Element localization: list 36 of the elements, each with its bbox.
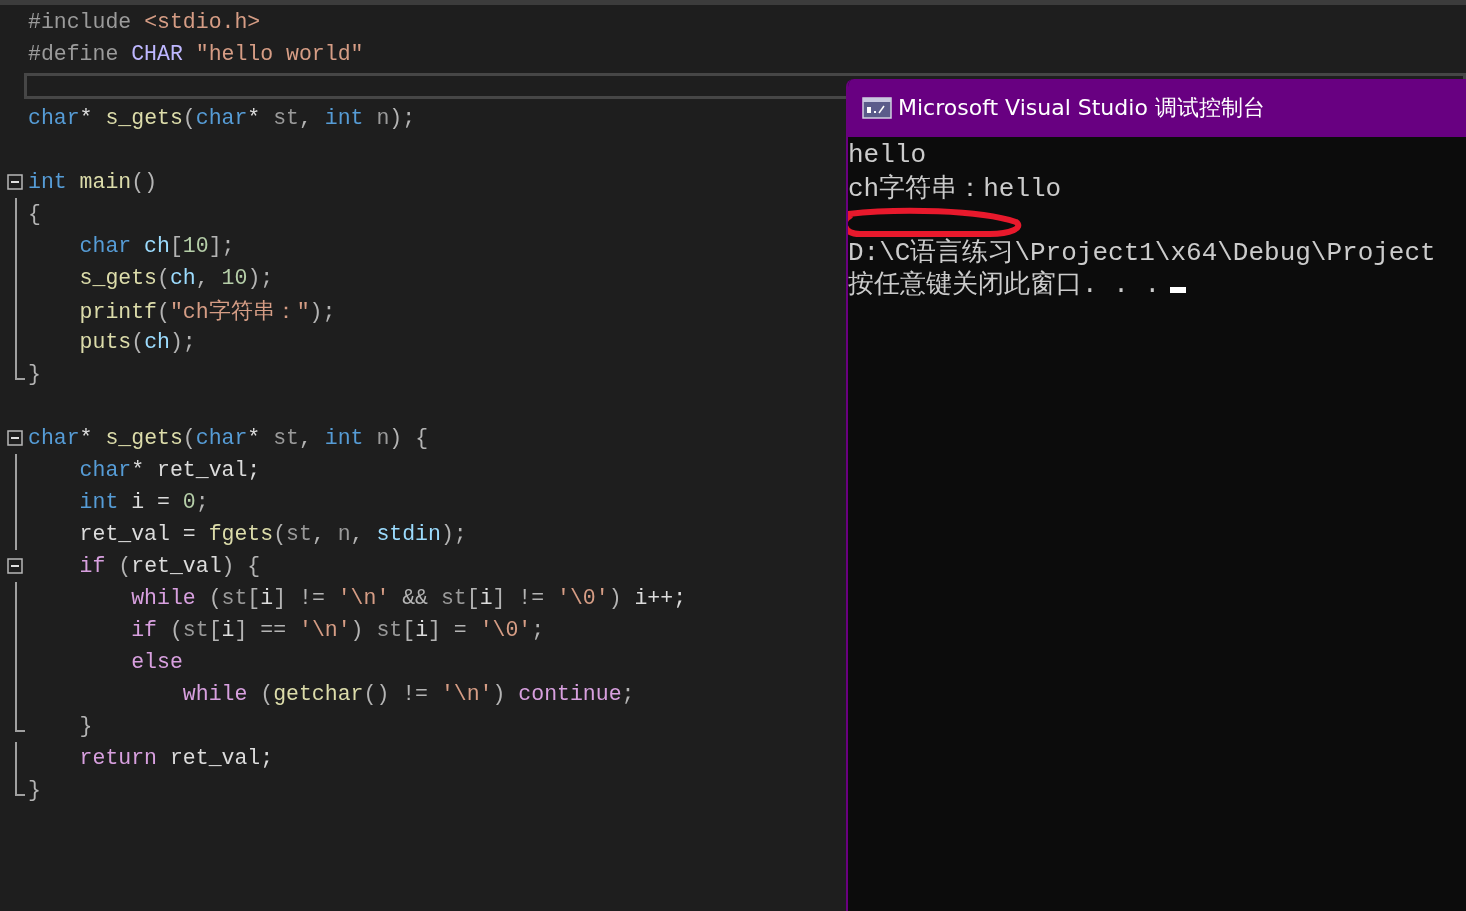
code-line: ret_val = fgets(st, n, stdin);	[78, 522, 467, 546]
code-line: puts(ch);	[78, 330, 196, 354]
text-cursor	[1170, 287, 1186, 293]
code-line: if (st[i] == '\n') st[i] = '\0';	[130, 618, 545, 642]
fold-toggle-icon[interactable]	[7, 430, 23, 446]
fold-end-marker	[15, 774, 25, 796]
code-line: #include <stdio.h>	[28, 10, 261, 34]
code-line: s_gets(ch, 10);	[78, 266, 274, 290]
fold-region-line	[15, 742, 17, 774]
code-line: char* s_gets(char* st, int n) {	[28, 426, 429, 450]
code-line: char ch[10];	[78, 234, 235, 258]
console-output-line: D:\C语言练习\Project1\x64\Debug\Project	[848, 236, 1436, 269]
code-line: #define CHAR "hello world"	[28, 42, 364, 66]
code-line: return ret_val;	[78, 746, 274, 770]
code-line: }	[78, 714, 93, 738]
code-line: printf("ch字符串：");	[78, 298, 336, 325]
code-line: char* ret_val;	[78, 458, 261, 482]
fold-toggle-icon[interactable]	[7, 558, 23, 574]
code-line: {	[28, 202, 41, 226]
code-line: }	[28, 778, 41, 802]
code-line: if (ret_val) {	[78, 554, 261, 578]
window-title: Microsoft Visual Studio 调试控制台	[898, 94, 1265, 122]
fold-end-marker	[15, 358, 25, 380]
code-line: }	[28, 362, 41, 386]
console-prompt-line: 按任意键关闭此窗口. . .	[848, 268, 1160, 301]
console-app-icon	[862, 97, 892, 119]
console-output-line: hello	[848, 140, 926, 170]
code-line: else	[130, 650, 183, 674]
code-line: int i = 0;	[78, 490, 209, 514]
fold-toggle-icon[interactable]	[7, 174, 23, 190]
fold-end-marker	[15, 710, 25, 732]
code-line: while (getchar() != '\n') continue;	[181, 682, 635, 706]
code-line: int main()	[28, 170, 158, 194]
code-line: while (st[i] != '\n' && st[i] != '\0') i++;	[130, 586, 687, 610]
code-line: char* s_gets(char* st, int n);	[28, 106, 416, 130]
console-output-line: ch字符串：hello	[848, 172, 1062, 205]
